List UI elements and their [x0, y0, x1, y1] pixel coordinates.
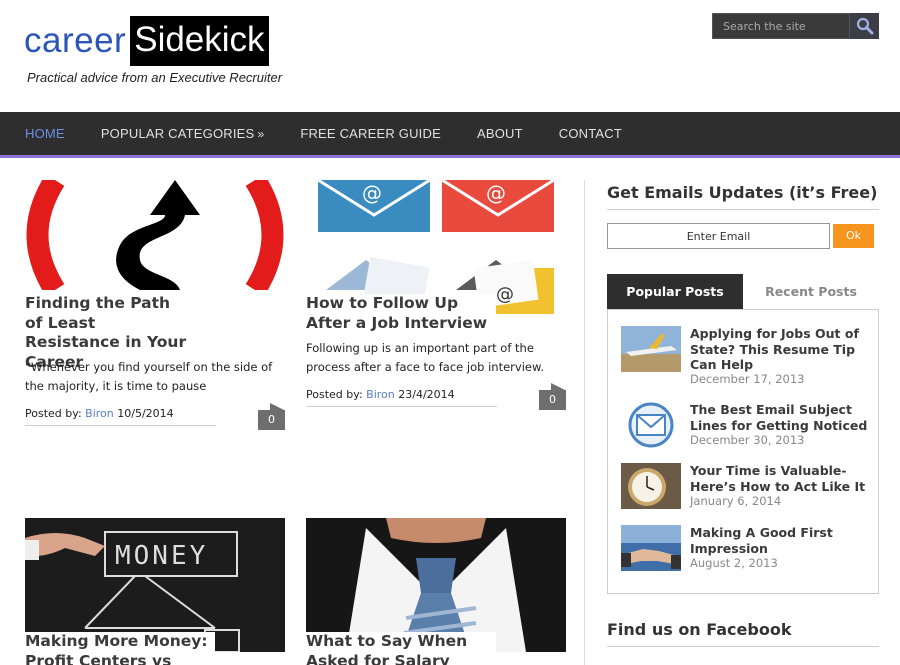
search-icon: [856, 17, 873, 35]
popular-post-date: January 6, 2014: [690, 494, 782, 508]
list-item[interactable]: Making A Good First Impression August 2,…: [621, 525, 871, 575]
popular-post-title[interactable]: The Best Email Subject Lines for Getting…: [690, 402, 868, 433]
posted-by-label: Posted by:: [25, 407, 82, 420]
tab-popular-posts[interactable]: Popular Posts: [607, 274, 743, 309]
nav-item-free-career-guide[interactable]: FREE CAREER GUIDE: [300, 126, 441, 141]
popular-post-date: August 2, 2013: [690, 556, 778, 570]
facebook-heading: Find us on Facebook: [607, 620, 792, 639]
list-item[interactable]: Applying for Jobs Out of State? This Res…: [621, 326, 871, 386]
site-logo[interactable]: career Sidekick: [24, 16, 269, 66]
nav-item-home[interactable]: HOME: [25, 126, 65, 141]
post-excerpt: “Whenever you find yourself on the side …: [25, 360, 273, 393]
popular-posts-list: Applying for Jobs Out of State? This Res…: [607, 309, 879, 594]
popular-post-title[interactable]: Your Time is Valuable- Here’s How to Act…: [690, 463, 868, 494]
heading-divider: [607, 209, 879, 210]
logo-career-text: career: [24, 21, 127, 60]
comment-count-badge[interactable]: 0: [539, 383, 566, 410]
site-search: [712, 13, 879, 39]
popular-post-title[interactable]: Applying for Jobs Out of State? This Res…: [690, 326, 868, 373]
site-tagline: Practical advice from an Executive Recru…: [27, 70, 283, 85]
post-thumbnail-path[interactable]: [25, 180, 285, 290]
list-item[interactable]: Your Time is Valuable- Here’s How to Act…: [621, 463, 871, 513]
ok-button[interactable]: Ok: [833, 224, 874, 248]
posted-by-label: Posted by:: [306, 388, 363, 401]
email-field[interactable]: [607, 223, 830, 249]
post-meta: Posted by: Biron 10/5/2014: [25, 407, 216, 426]
handshake-thumbnail: [621, 525, 681, 571]
nav-item-about[interactable]: ABOUT: [477, 126, 523, 141]
tab-recent-posts[interactable]: Recent Posts: [743, 274, 879, 309]
heading-divider: [607, 646, 879, 647]
winding-arrow-icon: [26, 180, 284, 290]
post-author-link[interactable]: Biron: [366, 388, 395, 401]
search-button[interactable]: [850, 13, 879, 39]
list-item[interactable]: The Best Email Subject Lines for Getting…: [621, 402, 871, 452]
popular-post-title[interactable]: Making A Good First Impression: [690, 525, 868, 556]
email-updates-heading: Get Emails Updates (it’s Free): [607, 183, 878, 202]
content-divider: [584, 180, 585, 665]
search-input[interactable]: [712, 13, 850, 39]
post-title[interactable]: What to Say When Asked for Salary: [306, 632, 496, 665]
svg-text:@: @: [496, 284, 514, 305]
svg-text:MONEY: MONEY: [115, 541, 208, 571]
nav-item-contact[interactable]: CONTACT: [559, 126, 622, 141]
nav-item-popular-categories[interactable]: POPULAR CATEGORIES: [101, 126, 255, 141]
comment-count-badge[interactable]: 0: [258, 403, 285, 430]
post-meta: Posted by: Biron 23/4/2014: [306, 388, 497, 407]
post-date: 23/4/2014: [398, 388, 455, 401]
airplane-thumbnail: [621, 326, 681, 372]
nav-dropdown-icon: »: [257, 126, 265, 141]
logo-sidekick-text: Sidekick: [130, 16, 269, 66]
main-nav: HOME POPULAR CATEGORIES » FREE CAREER GU…: [0, 112, 900, 158]
email-thumbnail: [621, 402, 681, 448]
svg-text:@: @: [362, 181, 382, 205]
posts-tabs: Popular Posts Recent Posts: [607, 274, 879, 309]
post-title[interactable]: How to Follow Up After a Job Interview: [306, 294, 496, 333]
post-author-link[interactable]: Biron: [85, 407, 114, 420]
post-date: 10/5/2014: [117, 407, 174, 420]
page: career Sidekick Practical advice from an…: [0, 0, 900, 665]
svg-text:@: @: [486, 181, 506, 205]
popular-post-date: December 30, 2013: [690, 433, 805, 447]
pocket-watch-thumbnail: [621, 463, 681, 509]
popular-post-date: December 17, 2013: [690, 372, 805, 386]
post-excerpt: Following up is an important part of the…: [306, 341, 544, 374]
site-header: career Sidekick Practical advice from an…: [0, 0, 900, 112]
post-title[interactable]: Making More Money: Profit Centers vs Cos…: [25, 632, 215, 665]
